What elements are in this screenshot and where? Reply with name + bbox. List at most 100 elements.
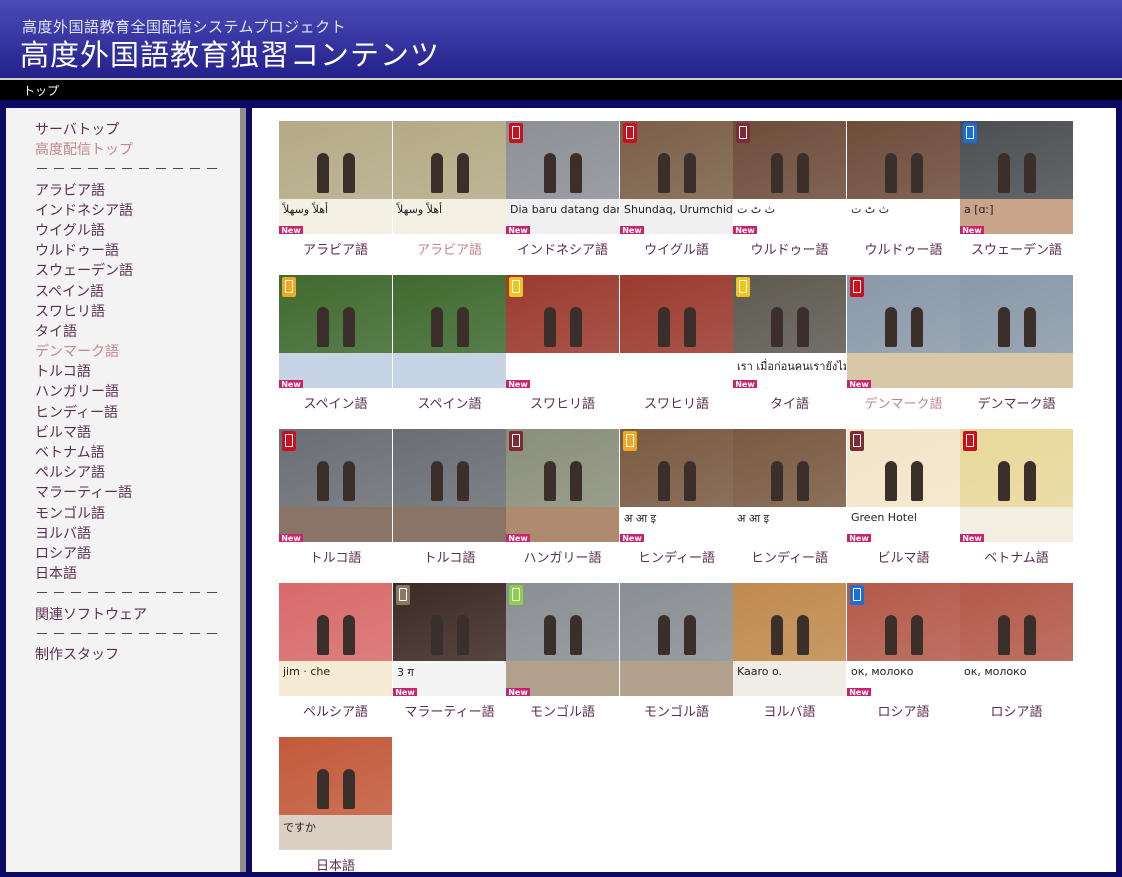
course-thumbnail[interactable]: ث ٹ ت New bbox=[733, 121, 846, 234]
course-label[interactable]: モンゴル語 bbox=[620, 701, 733, 720]
course-label[interactable]: インドネシア語 bbox=[506, 239, 619, 258]
course-tile[interactable]: Green Hotel New ビルマ語 bbox=[847, 429, 960, 569]
course-label[interactable]: マラーティー語 bbox=[393, 701, 506, 720]
course-label[interactable]: ハンガリー語 bbox=[506, 547, 619, 566]
course-thumbnail[interactable]: 3 ग New bbox=[393, 583, 506, 696]
course-thumbnail[interactable]: New bbox=[847, 275, 960, 388]
course-label[interactable]: ロシア語 bbox=[847, 701, 960, 720]
sidebar-item[interactable]: 日本語 bbox=[35, 564, 240, 584]
course-thumbnail[interactable]: a [ɑː] New bbox=[960, 121, 1073, 234]
course-tile[interactable]: New デンマーク語 bbox=[847, 275, 960, 415]
course-thumbnail[interactable]: jim · che bbox=[279, 583, 392, 696]
sidebar-item[interactable]: ハンガリー語 bbox=[35, 382, 240, 402]
course-label[interactable]: アラビア語 bbox=[393, 239, 506, 258]
course-label[interactable]: ウイグル語 bbox=[620, 239, 733, 258]
sidebar-item[interactable]: アラビア語 bbox=[35, 181, 240, 201]
course-thumbnail[interactable] bbox=[620, 583, 733, 696]
course-label[interactable]: ヨルバ語 bbox=[733, 701, 846, 720]
course-label[interactable]: ヒンディー語 bbox=[733, 547, 846, 566]
course-label[interactable]: ペルシア語 bbox=[279, 701, 392, 720]
course-tile[interactable]: New スワヒリ語 bbox=[506, 275, 619, 415]
course-thumbnail[interactable]: New bbox=[279, 429, 392, 542]
course-thumbnail[interactable]: Kaaro o. bbox=[733, 583, 846, 696]
course-label[interactable]: 日本語 bbox=[279, 855, 392, 874]
course-tile[interactable]: デンマーク語 bbox=[960, 275, 1073, 415]
course-thumbnail[interactable] bbox=[393, 275, 506, 388]
sidebar-item[interactable]: ウイグル語 bbox=[35, 221, 240, 241]
course-tile[interactable]: スワヒリ語 bbox=[620, 275, 733, 415]
course-tile[interactable]: अ आ इ ヒンディー語 bbox=[733, 429, 846, 569]
course-thumbnail[interactable]: เรา เมื่อก่อนคนเรายังไม่ New bbox=[733, 275, 846, 388]
course-thumbnail[interactable]: Dia baru datang dari Osaka New bbox=[506, 121, 619, 234]
course-thumbnail[interactable] bbox=[960, 275, 1073, 388]
nav-top-link[interactable]: トップ bbox=[23, 82, 59, 99]
course-label[interactable]: ベトナム語 bbox=[960, 547, 1073, 566]
course-thumbnail[interactable]: New bbox=[960, 429, 1073, 542]
course-thumbnail[interactable]: अ आ इ bbox=[733, 429, 846, 542]
course-label[interactable]: スワヒリ語 bbox=[620, 393, 733, 412]
course-tile[interactable]: New トルコ語 bbox=[279, 429, 392, 569]
course-label[interactable]: トルコ語 bbox=[279, 547, 392, 566]
course-thumbnail[interactable] bbox=[620, 275, 733, 388]
sidebar-item[interactable]: スウェーデン語 bbox=[35, 261, 240, 281]
course-tile[interactable]: New ベトナム語 bbox=[960, 429, 1073, 569]
course-label[interactable]: ビルマ語 bbox=[847, 547, 960, 566]
sidebar-item[interactable]: タイ語 bbox=[35, 322, 240, 342]
course-thumbnail[interactable]: أهلاً وسهلاً bbox=[393, 121, 506, 234]
course-thumbnail[interactable]: ок, молоко New bbox=[847, 583, 960, 696]
course-tile[interactable]: 3 ग New マラーティー語 bbox=[393, 583, 506, 723]
course-thumbnail[interactable]: New bbox=[506, 583, 619, 696]
sidebar-item[interactable]: ベトナム語 bbox=[35, 443, 240, 463]
course-thumbnail[interactable]: New bbox=[506, 275, 619, 388]
sidebar-item[interactable]: ビルマ語 bbox=[35, 423, 240, 443]
course-label[interactable]: トルコ語 bbox=[393, 547, 506, 566]
course-label[interactable]: スウェーデン語 bbox=[960, 239, 1073, 258]
sidebar-item[interactable]: サーバトップ bbox=[35, 120, 240, 140]
sidebar-item[interactable]: 関連ソフトウェア bbox=[35, 605, 240, 625]
course-label[interactable]: スペイン語 bbox=[279, 393, 392, 412]
course-tile[interactable]: ок, молоко New ロシア語 bbox=[847, 583, 960, 723]
course-tile[interactable]: a [ɑː] New スウェーデン語 bbox=[960, 121, 1073, 261]
sidebar-item[interactable]: 高度配信トップ bbox=[35, 140, 240, 160]
sidebar-item[interactable]: ロシア語 bbox=[35, 544, 240, 564]
course-label[interactable]: デンマーク語 bbox=[960, 393, 1073, 412]
course-thumbnail[interactable]: أهلاً وسهلاً New bbox=[279, 121, 392, 234]
course-label[interactable]: モンゴル語 bbox=[506, 701, 619, 720]
course-thumbnail[interactable]: New bbox=[506, 429, 619, 542]
course-thumbnail[interactable]: ですか bbox=[279, 737, 392, 850]
sidebar-item[interactable]: マラーティー語 bbox=[35, 483, 240, 503]
course-label[interactable]: ウルドゥー語 bbox=[847, 239, 960, 258]
course-thumbnail[interactable]: ث ٹ ت bbox=[847, 121, 960, 234]
sidebar-item[interactable]: スワヒリ語 bbox=[35, 302, 240, 322]
course-thumbnail[interactable]: ок, молоко bbox=[960, 583, 1073, 696]
sidebar-item[interactable]: 制作スタッフ bbox=[35, 645, 240, 665]
sidebar-item[interactable]: ヒンディー語 bbox=[35, 403, 240, 423]
sidebar-item[interactable]: ペルシア語 bbox=[35, 463, 240, 483]
course-tile[interactable]: Shundaq, Urumchide New ウイグル語 bbox=[620, 121, 733, 261]
sidebar-item[interactable]: デンマーク語 bbox=[35, 342, 240, 362]
course-tile[interactable]: เรา เมื่อก่อนคนเรายังไม่ New タイ語 bbox=[733, 275, 846, 415]
course-tile[interactable]: モンゴル語 bbox=[620, 583, 733, 723]
course-tile[interactable]: スペイン語 bbox=[393, 275, 506, 415]
course-tile[interactable]: अ आ इ New ヒンディー語 bbox=[620, 429, 733, 569]
course-tile[interactable]: jim · che ペルシア語 bbox=[279, 583, 392, 723]
course-tile[interactable]: ث ٹ ت New ウルドゥー語 bbox=[733, 121, 846, 261]
course-label[interactable]: アラビア語 bbox=[279, 239, 392, 258]
sidebar-item[interactable]: トルコ語 bbox=[35, 362, 240, 382]
course-label[interactable]: スワヒリ語 bbox=[506, 393, 619, 412]
course-thumbnail[interactable] bbox=[393, 429, 506, 542]
course-tile[interactable]: New スペイン語 bbox=[279, 275, 392, 415]
course-label[interactable]: ウルドゥー語 bbox=[733, 239, 846, 258]
course-label[interactable]: ヒンディー語 bbox=[620, 547, 733, 566]
course-thumbnail[interactable]: Green Hotel New bbox=[847, 429, 960, 542]
course-tile[interactable]: Dia baru datang dari Osaka New インドネシア語 bbox=[506, 121, 619, 261]
sidebar-item[interactable]: インドネシア語 bbox=[35, 201, 240, 221]
course-tile[interactable]: Kaaro o. ヨルバ語 bbox=[733, 583, 846, 723]
course-tile[interactable]: ث ٹ ت ウルドゥー語 bbox=[847, 121, 960, 261]
course-tile[interactable]: New ハンガリー語 bbox=[506, 429, 619, 569]
course-label[interactable]: ロシア語 bbox=[960, 701, 1073, 720]
course-label[interactable]: タイ語 bbox=[733, 393, 846, 412]
course-thumbnail[interactable]: अ आ इ New bbox=[620, 429, 733, 542]
course-thumbnail[interactable]: Shundaq, Urumchide New bbox=[620, 121, 733, 234]
course-label[interactable]: スペイン語 bbox=[393, 393, 506, 412]
